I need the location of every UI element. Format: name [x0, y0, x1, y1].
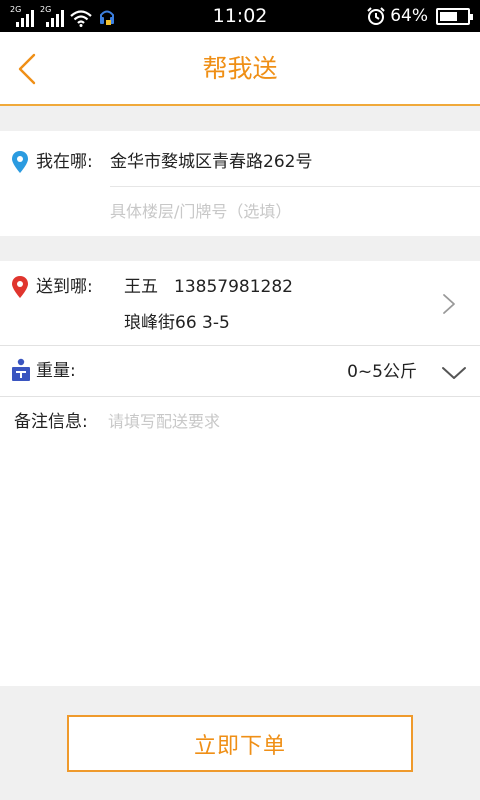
chevron-right-icon[interactable]: [442, 293, 456, 315]
page-title: 帮我送: [202, 54, 278, 83]
divider: [110, 186, 480, 187]
chevron-down-icon[interactable]: [441, 365, 467, 381]
battery-fill: [440, 11, 457, 21]
weight-value[interactable]: 0~5公斤: [347, 361, 417, 383]
battery-icon: [436, 7, 473, 25]
battery-percent: 64%: [390, 6, 428, 26]
weight-row[interactable]: 重量: 0~5公斤: [0, 345, 480, 396]
weight-label: 重量:: [36, 361, 76, 381]
place-order-button[interactable]: 立即下单: [67, 715, 413, 772]
status-bar-right: 64%: [366, 5, 473, 27]
pickup-label: 我在哪:: [36, 152, 93, 172]
pickup-detail-input[interactable]: 具体楼层/门牌号（选填）: [110, 201, 291, 223]
footer: 立即下单: [0, 686, 480, 800]
header: 帮我送: [0, 32, 480, 106]
location-pin-blue-icon: [12, 151, 28, 173]
delivery-label: 送到哪:: [36, 277, 93, 297]
remark-input[interactable]: 请填写配送要求: [108, 411, 220, 433]
delivery-contact-name: 王五: [124, 277, 158, 297]
delivery-section[interactable]: 送到哪: 王五 13857981282 琅峰街66 3-5: [0, 261, 480, 345]
delivery-address: 琅峰街66 3-5: [124, 313, 230, 333]
delivery-contact-phone: 13857981282: [174, 277, 293, 297]
remark-label: 备注信息:: [14, 412, 88, 432]
weight-icon: [12, 358, 30, 381]
status-bar: 2G 2G 11:02 64%: [0, 0, 480, 32]
alarm-icon: [367, 7, 385, 25]
pickup-address[interactable]: 金华市婺城区青春路262号: [110, 151, 312, 173]
pickup-section: 我在哪: 金华市婺城区青春路262号 具体楼层/门牌号（选填）: [0, 131, 480, 236]
remark-section: 备注信息: 请填写配送要求: [0, 396, 480, 686]
location-pin-red-icon: [12, 276, 28, 298]
